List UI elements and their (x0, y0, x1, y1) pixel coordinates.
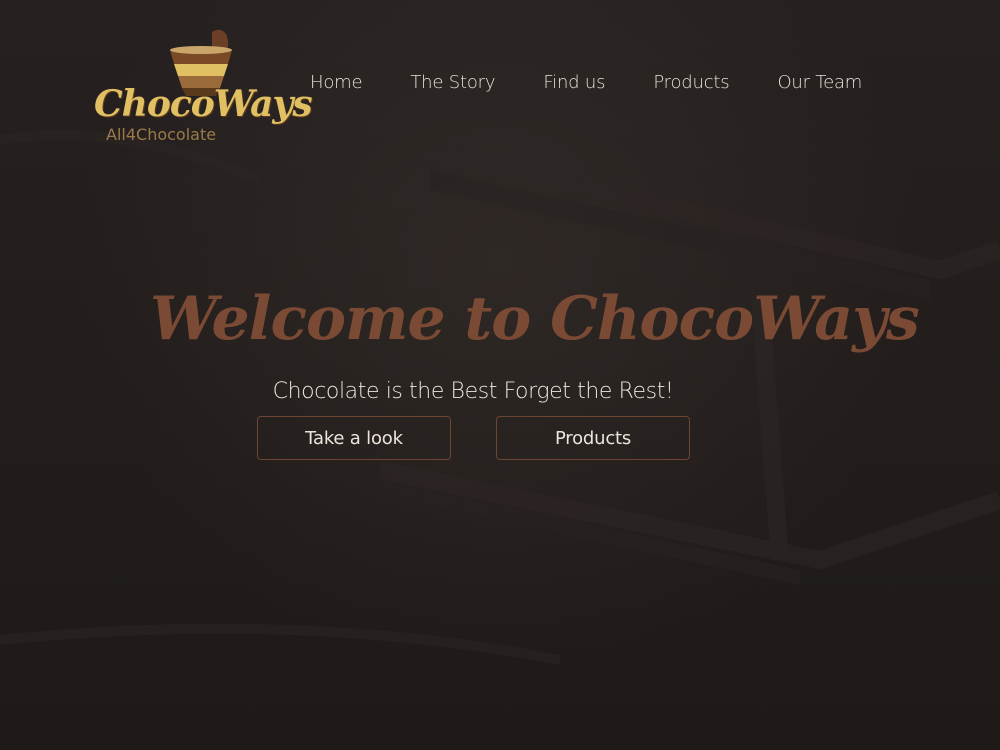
hero-title: Welcome to ChocoWays (150, 284, 920, 355)
nav-item-our-team[interactable]: Our Team (777, 72, 862, 93)
logo-wordmark: ChocoWays (94, 83, 313, 125)
nav-item-products[interactable]: Products (653, 72, 729, 93)
page: ChocoWays All4Chocolate Home The Story F… (0, 0, 1000, 750)
nav-item-the-story[interactable]: The Story (410, 72, 495, 93)
nav-item-home[interactable]: Home (310, 72, 363, 93)
logo-tagline: All4Chocolate (106, 125, 217, 144)
hero-subtitle: Chocolate is the Best Forget the Rest! (272, 379, 674, 404)
nav-item-find-us[interactable]: Find us (543, 72, 605, 93)
products-button[interactable]: Products (496, 416, 690, 460)
main-nav: Home The Story Find us Products Our Team (310, 70, 862, 94)
logo[interactable]: ChocoWays All4Chocolate (90, 28, 313, 153)
take-a-look-button[interactable]: Take a look (257, 416, 451, 460)
